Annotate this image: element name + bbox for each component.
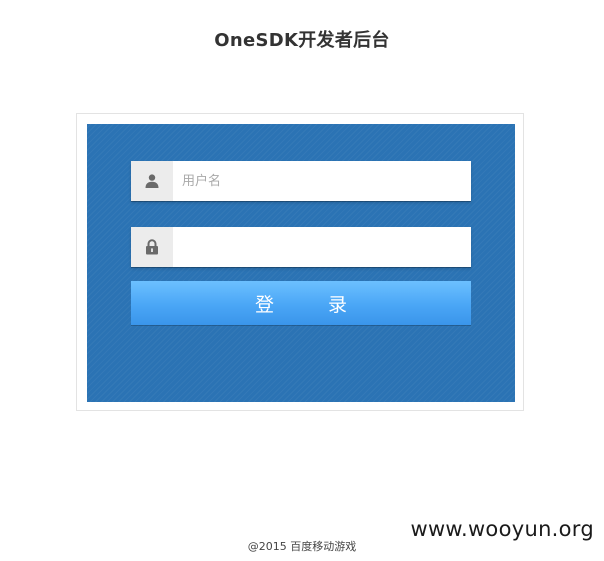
password-icon-box (131, 227, 173, 267)
password-field (131, 227, 471, 267)
user-icon (145, 174, 159, 188)
lock-icon (146, 239, 158, 255)
login-button[interactable]: 登 录 (131, 281, 471, 325)
password-input[interactable] (173, 227, 471, 267)
login-page: OneSDK开发者后台 用户名 登 录 @2015 百度移动游戏 www.woo… (0, 0, 604, 561)
watermark-text: www.wooyun.org (410, 517, 594, 541)
username-icon-box (131, 161, 173, 201)
login-card-frame: 登 录 (76, 113, 524, 411)
username-input[interactable] (173, 161, 471, 201)
page-title: OneSDK开发者后台 (214, 30, 390, 51)
username-field (131, 161, 471, 201)
login-card: 登 录 (87, 124, 515, 402)
